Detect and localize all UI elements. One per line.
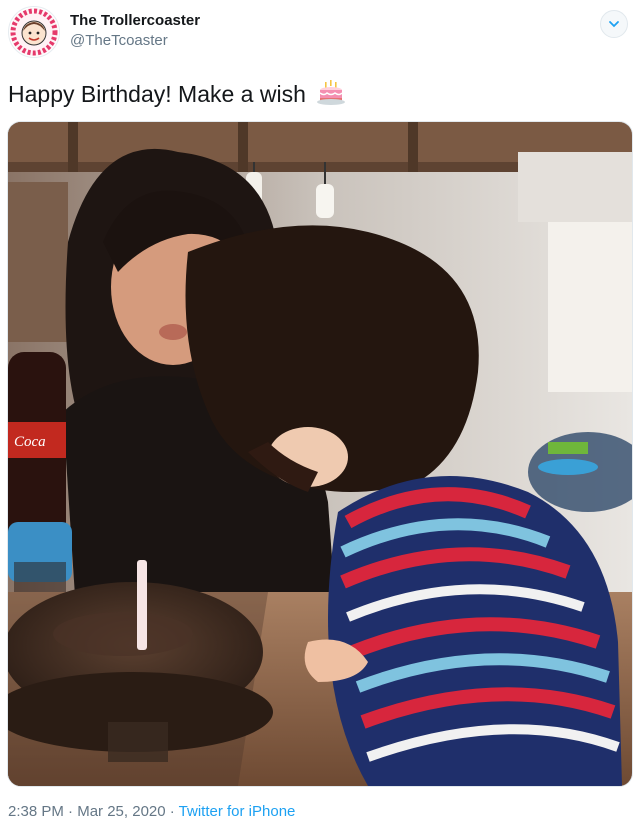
tweet-date[interactable]: Mar 25, 2020 xyxy=(77,803,165,820)
bottle-label: Coca xyxy=(14,434,46,450)
avatar[interactable] xyxy=(8,6,60,58)
display-name[interactable]: The Trollercoaster xyxy=(70,12,200,30)
avatar-image xyxy=(10,8,58,56)
birthday-cake-icon xyxy=(316,78,346,108)
more-options-button[interactable] xyxy=(600,10,628,38)
user-handle[interactable]: @TheTcoaster xyxy=(70,31,200,51)
tweet-source-link[interactable]: Twitter for iPhone xyxy=(179,803,296,820)
author-names: The Trollercoaster @TheTcoaster xyxy=(70,12,200,51)
tweet-photo[interactable]: Coca xyxy=(7,121,633,787)
tweet-header: The Trollercoaster @TheTcoaster xyxy=(8,6,634,60)
tweet-text-body: Happy Birthday! Make a wish xyxy=(8,81,306,107)
photo-image: Coca xyxy=(8,122,632,786)
tweet-meta: 2:38 PM · Mar 25, 2020 · Twitter for iPh… xyxy=(8,802,295,822)
meta-separator-2: · xyxy=(165,803,179,820)
tweet-time[interactable]: 2:38 PM xyxy=(8,803,64,820)
tweet-text: Happy Birthday! Make a wish xyxy=(8,78,346,110)
meta-separator: · xyxy=(63,803,78,820)
chevron-down-icon xyxy=(609,21,619,28)
tweet: The Trollercoaster @TheTcoaster Happy Bi… xyxy=(0,0,639,830)
